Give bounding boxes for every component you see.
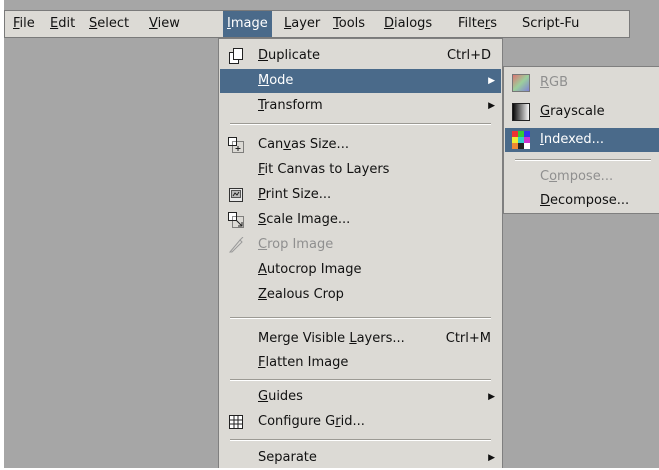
menu-view-mnemonic: V [149, 16, 158, 31]
duplicate-icon [229, 48, 243, 64]
grid-icon [229, 415, 243, 429]
menu-item-flatten[interactable]: Flatten Image [220, 351, 501, 375]
menu-item-grayscale[interactable]: Grayscale [505, 100, 659, 124]
menubar: File Edit Select View Image Layer Tools … [4, 10, 630, 38]
menu-edit-text-rest: dit [58, 16, 76, 31]
merge-visible-label: Merge Visible Layers... [258, 331, 405, 346]
menu-item-guides[interactable]: Guides ▶ [220, 385, 501, 409]
canvas-size-icon [228, 137, 244, 153]
menu-item-canvas-size[interactable]: Canvas Size... [220, 133, 501, 157]
menu-filters-text-rest: s [490, 16, 497, 31]
configure-grid-label: Configure Grid... [258, 414, 365, 429]
menu-item-compose: Compose... [505, 165, 659, 189]
menu-dialogs-mnemonic: D [384, 16, 395, 31]
menu-script-fu[interactable]: Script-Fu [518, 11, 583, 37]
mode-submenu: RGB Grayscale Indexed... Compose... Deco… [503, 66, 659, 214]
menu-item-indexed[interactable]: Indexed... [505, 128, 659, 152]
menu-image[interactable]: Image [223, 11, 272, 37]
compose-label: Compose... [540, 169, 614, 184]
menu-item-print-size[interactable]: Print Size... [220, 183, 501, 207]
separator [230, 317, 491, 319]
fit-canvas-label: Fit Canvas to Layers [258, 162, 390, 177]
grayscale-icon [512, 103, 530, 121]
flatten-label: Flatten Image [258, 355, 349, 370]
menu-select-text-rest: elect [97, 16, 130, 31]
menu-filters-text: Filte [458, 16, 485, 31]
indexed-palette-icon [512, 131, 530, 149]
menu-item-transform[interactable]: Transform ▶ [220, 94, 501, 118]
autocrop-label: Autocrop Image [258, 262, 362, 277]
submenu-arrow-icon: ▶ [488, 453, 495, 463]
image-menu: Duplicate Ctrl+D Mode ▶ Transform ▶ Canv… [218, 38, 503, 468]
separator [230, 439, 491, 441]
menu-item-scale-image[interactable]: Scale Image... [220, 208, 501, 232]
decompose-label: Decompose... [540, 193, 630, 208]
indexed-label: Indexed... [540, 132, 605, 147]
print-size-icon [229, 188, 243, 202]
menu-tools[interactable]: Tools [329, 11, 369, 37]
menu-filters[interactable]: Filters [454, 11, 501, 37]
canvas-size-label: Canvas Size... [258, 137, 349, 152]
menu-dialogs-text-rest: ialogs [394, 16, 433, 31]
guides-label: Guides [258, 389, 303, 404]
submenu-arrow-icon: ▶ [488, 76, 495, 86]
menu-item-duplicate[interactable]: Duplicate Ctrl+D [220, 44, 501, 68]
menu-image-text-rest: mage [230, 16, 268, 31]
menu-item-configure-grid[interactable]: Configure Grid... [220, 410, 501, 434]
merge-shortcut: Ctrl+M [445, 331, 491, 346]
separator [230, 379, 491, 381]
submenu-arrow-icon: ▶ [488, 392, 495, 402]
menu-item-merge-visible[interactable]: Merge Visible Layers... Ctrl+M [220, 327, 501, 351]
mode-label: Mode [258, 73, 294, 88]
menu-script-fu-text: Script-Fu [522, 16, 580, 31]
menu-item-decompose[interactable]: Decompose... [505, 189, 659, 213]
scale-image-label: Scale Image... [258, 212, 351, 227]
separator [515, 159, 651, 161]
menu-layer[interactable]: Layer [280, 11, 324, 37]
menu-select[interactable]: Select [85, 11, 133, 37]
menu-dialogs[interactable]: Dialogs [380, 11, 436, 37]
separate-label: Separate [258, 450, 317, 465]
menu-tools-text-rest: ools [338, 16, 366, 31]
menu-view[interactable]: View [145, 11, 184, 37]
rgb-label: RGB [540, 75, 569, 90]
menu-file[interactable]: File [9, 11, 39, 37]
crop-knife-icon [228, 237, 244, 253]
menu-item-mode[interactable]: Mode ▶ [220, 69, 501, 93]
print-size-label: Print Size... [258, 187, 332, 202]
duplicate-shortcut: Ctrl+D [446, 48, 491, 63]
menu-item-rgb: RGB [505, 71, 659, 95]
menu-layer-text-rest: ayer [291, 16, 321, 31]
grayscale-label: Grayscale [540, 104, 605, 119]
menu-edit[interactable]: Edit [46, 11, 79, 37]
menu-item-autocrop[interactable]: Autocrop Image [220, 258, 501, 282]
scale-image-icon [228, 212, 244, 228]
crop-image-label: Crop Image [258, 237, 334, 252]
menu-view-text-rest: iew [157, 16, 180, 31]
duplicate-label: Duplicate [258, 48, 320, 63]
zealous-crop-label: Zealous Crop [258, 287, 344, 302]
menu-item-fit-canvas[interactable]: Fit Canvas to Layers [220, 158, 501, 182]
transform-label: Transform [258, 98, 323, 113]
menu-item-separate[interactable]: Separate ▶ [220, 446, 501, 470]
menu-file-text-rest: ile [19, 16, 35, 31]
menu-edit-mnemonic: E [50, 16, 59, 31]
menu-item-zealous-crop[interactable]: Zealous Crop [220, 283, 501, 307]
menu-item-crop-image: Crop Image [220, 233, 501, 257]
separator [230, 123, 491, 125]
submenu-arrow-icon: ▶ [488, 101, 495, 111]
rgb-icon [512, 74, 530, 92]
